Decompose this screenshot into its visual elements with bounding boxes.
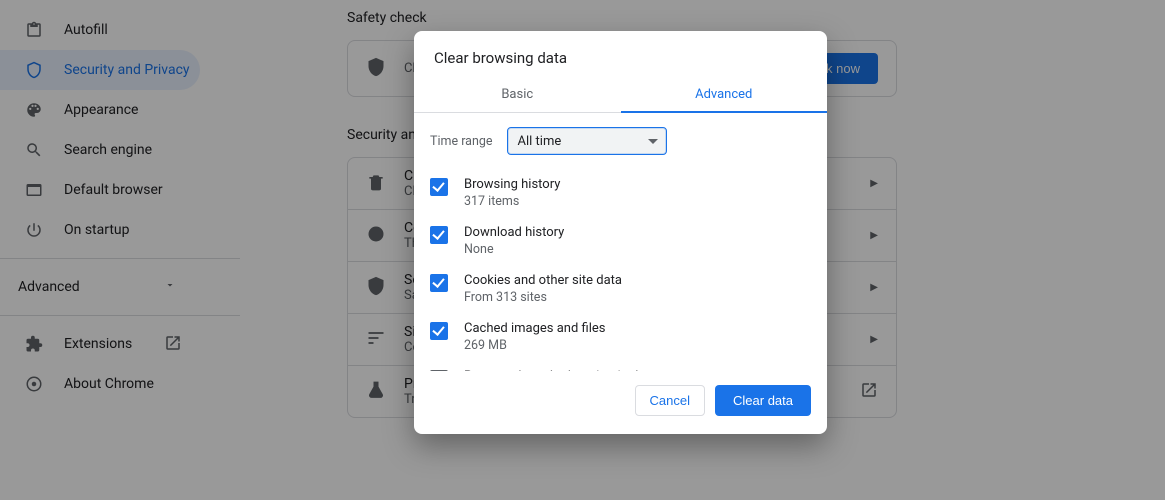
checkbox[interactable] <box>430 178 448 196</box>
checkbox[interactable] <box>430 370 448 371</box>
dialog-title: Clear browsing data <box>414 31 827 81</box>
option-title: Passwords and other sign-in data <box>464 369 722 371</box>
time-range-value: All time <box>518 134 562 149</box>
option-subtitle: From 313 sites <box>464 290 622 305</box>
option-cache[interactable]: Cached images and files 269 MB <box>414 313 827 361</box>
tab-advanced[interactable]: Advanced <box>621 81 828 112</box>
clear-browsing-dialog: Clear browsing data Basic Advanced Time … <box>414 31 827 434</box>
time-range-select[interactable]: All time <box>507 127 667 155</box>
option-subtitle: 317 items <box>464 194 560 209</box>
checkbox[interactable] <box>430 322 448 340</box>
option-download-history[interactable]: Download history None <box>414 217 827 265</box>
option-passwords[interactable]: Passwords and other sign-in data2 passwo… <box>414 361 827 371</box>
cancel-button[interactable]: Cancel <box>635 385 705 416</box>
tab-basic[interactable]: Basic <box>414 81 621 112</box>
option-title: Cookies and other site data <box>464 273 622 288</box>
dropdown-arrow-icon <box>648 139 658 144</box>
clear-data-button[interactable]: Clear data <box>715 385 811 416</box>
checkbox[interactable] <box>430 274 448 292</box>
option-subtitle: None <box>464 242 564 257</box>
option-browsing-history[interactable]: Browsing history 317 items <box>414 169 827 217</box>
checkbox[interactable] <box>430 226 448 244</box>
option-subtitle: 269 MB <box>464 338 605 353</box>
option-cookies[interactable]: Cookies and other site data From 313 site… <box>414 265 827 313</box>
dialog-tabs: Basic Advanced <box>414 81 827 113</box>
option-title: Browsing history <box>464 177 560 192</box>
option-title: Download history <box>464 225 564 240</box>
time-range-label: Time range <box>430 134 493 149</box>
dialog-scroll[interactable]: Time range All time Browsing history 317 … <box>414 113 827 371</box>
option-title: Cached images and files <box>464 321 605 336</box>
